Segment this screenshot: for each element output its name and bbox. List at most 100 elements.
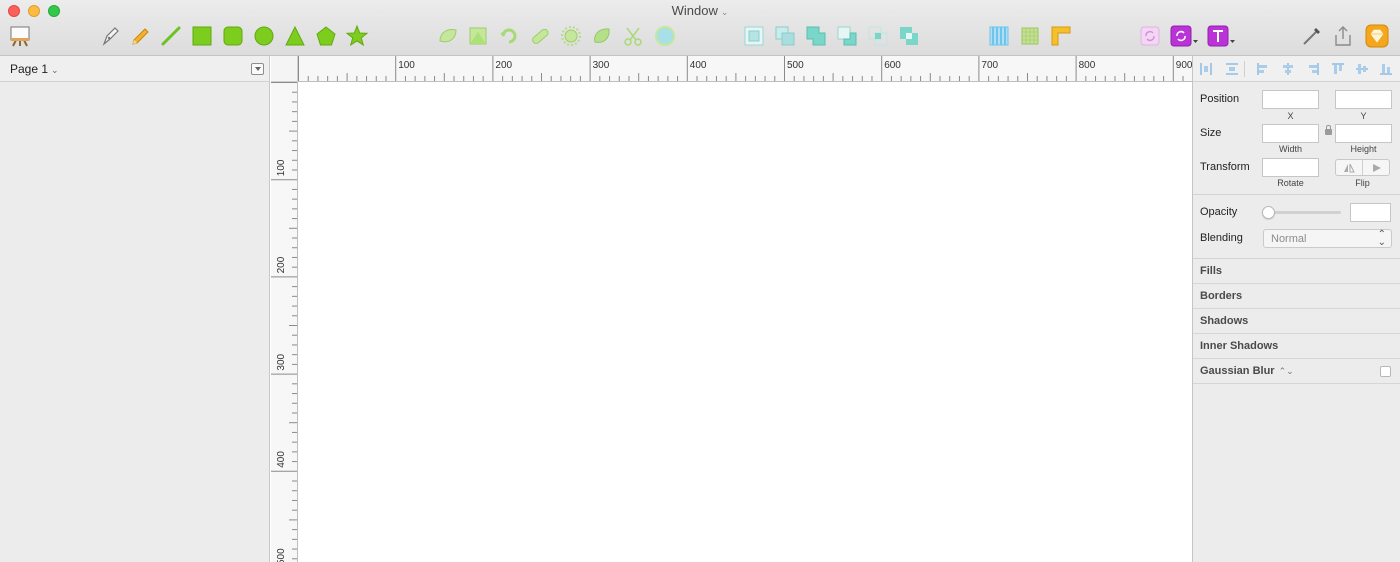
subtract-button[interactable]: [835, 24, 859, 48]
align-bottom-icon[interactable]: [1379, 62, 1393, 76]
outline-button[interactable]: [653, 24, 677, 48]
ruler-label: 800: [1079, 60, 1096, 71]
symbol-sync-button[interactable]: [1138, 24, 1162, 48]
window-title-text: Window: [671, 3, 718, 18]
opacity-slider-knob[interactable]: [1262, 206, 1275, 219]
align-horizontal-center-icon[interactable]: [1281, 62, 1295, 76]
sketch-app-button[interactable]: [1365, 24, 1389, 48]
export-button[interactable]: [1331, 24, 1355, 48]
distribute-vertical-icon[interactable]: [1225, 62, 1239, 76]
pencil-button[interactable]: [128, 24, 152, 48]
scale-button[interactable]: [590, 24, 614, 48]
grid-button[interactable]: [1018, 24, 1042, 48]
flip-vertical-button[interactable]: [1363, 160, 1390, 175]
oval-icon: [254, 26, 274, 46]
star-button[interactable]: [345, 24, 369, 48]
gaussian-blur-checkbox[interactable]: [1380, 366, 1391, 377]
blending-select[interactable]: Normal ⌃ ⌄: [1263, 229, 1392, 248]
ungroup-button[interactable]: [773, 24, 797, 48]
height-field[interactable]: [1335, 124, 1392, 143]
page-label[interactable]: Page 1 ⌄: [10, 62, 59, 76]
opacity-field[interactable]: [1350, 203, 1391, 222]
close-window-button[interactable]: [8, 5, 20, 17]
height-label: Height: [1350, 144, 1377, 154]
inspector-panel: Position X Y Size Width Height Transform…: [1192, 56, 1400, 562]
rectangle-button[interactable]: [190, 24, 214, 48]
minimize-window-button[interactable]: [28, 5, 40, 17]
distribute-horizontal-icon[interactable]: [1199, 62, 1213, 76]
union-button[interactable]: [804, 24, 828, 48]
group-icon: [744, 26, 764, 46]
polygon-button[interactable]: [314, 24, 338, 48]
symbol-button[interactable]: [1169, 24, 1199, 48]
divider: [1193, 194, 1400, 195]
position-y-field[interactable]: [1335, 90, 1392, 109]
line-icon: [161, 26, 181, 46]
ruler-label: 900: [1176, 60, 1192, 71]
ruler-label: 700: [981, 60, 998, 71]
chevron-down-icon: ⌄: [51, 65, 59, 75]
rotate-button[interactable]: [497, 24, 521, 48]
insert-button[interactable]: [8, 24, 32, 48]
export-icon: [1335, 26, 1351, 46]
rotate-field[interactable]: [1262, 158, 1319, 177]
page-selector[interactable]: Page 1 ⌄: [0, 56, 269, 82]
rounded-rectangle-icon: [223, 26, 243, 46]
mask-icon: [561, 26, 581, 46]
ruler-button[interactable]: [1049, 24, 1073, 48]
position-x-field[interactable]: [1262, 90, 1319, 109]
stepper-arrows-icon: ⌃⌄: [1278, 366, 1294, 376]
flatten-icon: [532, 28, 549, 44]
flip-horizontal-button[interactable]: [1336, 160, 1363, 175]
text-style-button[interactable]: [1206, 24, 1236, 48]
borders-section[interactable]: Borders: [1193, 284, 1400, 309]
mask-button[interactable]: [559, 24, 583, 48]
lock-icon[interactable]: [1325, 125, 1332, 135]
canvas[interactable]: [298, 82, 1192, 562]
align-top-icon[interactable]: [1331, 62, 1345, 76]
vertical-ruler[interactable]: 100 200 300 400 500: [271, 82, 298, 562]
color-picker-button[interactable]: [1300, 24, 1324, 48]
intersect-button[interactable]: [866, 24, 890, 48]
vector-button[interactable]: [98, 24, 122, 48]
triangle-button[interactable]: [283, 24, 307, 48]
symbol-icon: [1170, 25, 1198, 47]
flatten-button[interactable]: [528, 24, 552, 48]
subtract-icon: [837, 26, 857, 46]
transform-button[interactable]: [466, 24, 490, 48]
insert-icon: [10, 26, 30, 47]
blending-label: Blending: [1200, 232, 1243, 244]
opacity-label: Opacity: [1200, 206, 1238, 218]
align-vertical-center-icon[interactable]: [1355, 62, 1369, 76]
align-right-icon[interactable]: [1306, 62, 1320, 76]
align-left-icon[interactable]: [1256, 62, 1270, 76]
color-picker-icon: [1303, 28, 1320, 45]
transform-label: Transform: [1200, 161, 1250, 173]
oval-button[interactable]: [252, 24, 276, 48]
scissors-button[interactable]: [621, 24, 645, 48]
horizontal-ruler[interactable]: 100 200 300 400 500 600 700 800 900: [298, 56, 1192, 82]
vertical-ruler-scale: 100 200 300 400 500: [271, 82, 297, 562]
edit-button[interactable]: [436, 24, 460, 48]
difference-icon: [900, 27, 918, 45]
columns-button[interactable]: [987, 24, 1011, 48]
vector-pen-icon: [102, 27, 119, 46]
difference-button[interactable]: [897, 24, 921, 48]
inner-shadows-section[interactable]: Inner Shadows: [1193, 334, 1400, 359]
gaussian-blur-section[interactable]: Gaussian Blur ⌃⌄: [1193, 359, 1400, 384]
shadows-section[interactable]: Shadows: [1193, 309, 1400, 334]
group-button[interactable]: [742, 24, 766, 48]
width-label: Width: [1278, 144, 1302, 154]
collapse-pages-icon[interactable]: [251, 63, 264, 75]
triangle-icon: [285, 25, 305, 46]
width-field[interactable]: [1262, 124, 1319, 143]
window-title[interactable]: Window ⌄: [660, 3, 740, 18]
flip-horizontal-icon: [1344, 163, 1355, 172]
gaussian-blur-title[interactable]: Gaussian Blur ⌃⌄: [1200, 365, 1294, 377]
y-label: Y: [1360, 111, 1367, 121]
fills-section[interactable]: Fills: [1193, 259, 1400, 284]
rounded-rectangle-button[interactable]: [221, 24, 245, 48]
line-button[interactable]: [159, 24, 183, 48]
zoom-window-button[interactable]: [48, 5, 60, 17]
opacity-slider-track[interactable]: [1267, 211, 1341, 214]
